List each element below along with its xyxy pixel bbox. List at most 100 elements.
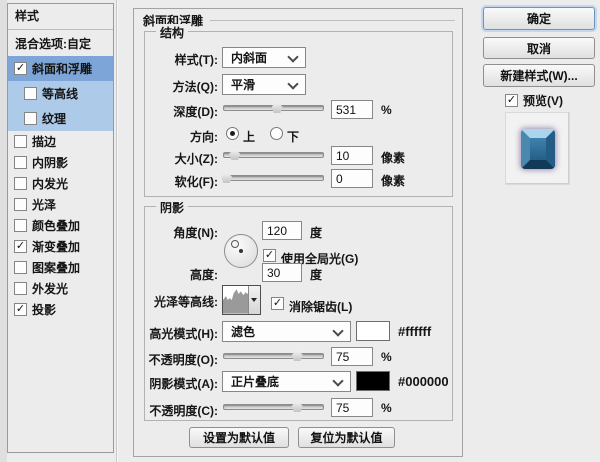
- highlight-color-hex: #ffffff: [398, 324, 431, 339]
- direction-down-radio[interactable]: [270, 127, 283, 140]
- shadow-opacity-label: 不透明度(C):: [134, 402, 218, 419]
- sidebar-item-outer-glow[interactable]: 外发光: [8, 278, 113, 299]
- sidebar-item-bevel-emboss[interactable]: ✓ 斜面和浮雕: [8, 56, 113, 81]
- depth-slider[interactable]: [223, 101, 324, 114]
- highlight-opacity-unit: %: [381, 350, 392, 364]
- sidebar-item-label: 投影: [32, 301, 56, 318]
- angle-dial[interactable]: [224, 234, 258, 268]
- outer-glow-checkbox[interactable]: [14, 282, 27, 295]
- depth-input[interactable]: [331, 100, 373, 119]
- chevron-down-icon: [287, 78, 298, 89]
- highlight-color-swatch[interactable]: [356, 321, 390, 341]
- texture-checkbox[interactable]: [24, 112, 37, 125]
- soften-unit: 像素: [381, 172, 405, 189]
- set-default-button[interactable]: 设置为默认值: [189, 427, 289, 448]
- technique-dropdown[interactable]: 平滑: [222, 74, 306, 95]
- size-label: 大小(Z):: [134, 150, 218, 167]
- dialog-left-margin: [0, 0, 7, 462]
- angle-dial-marker[interactable]: [231, 240, 239, 248]
- style-preview-panel: [505, 112, 570, 185]
- soften-slider[interactable]: [223, 171, 324, 184]
- highlight-opacity-slider[interactable]: [223, 349, 324, 362]
- sidebar-item-label: 颜色叠加: [32, 217, 80, 234]
- bevel-emboss-checkbox[interactable]: ✓: [14, 62, 27, 75]
- inner-shadow-checkbox[interactable]: [14, 156, 27, 169]
- chevron-down-icon: [332, 325, 343, 336]
- sidebar-item-gradient-overlay[interactable]: ✓ 渐变叠加: [8, 236, 113, 257]
- stroke-checkbox[interactable]: [14, 135, 27, 148]
- reset-default-button[interactable]: 复位为默认值: [298, 427, 395, 448]
- soften-slider-track[interactable]: [223, 175, 324, 181]
- ok-button[interactable]: 确定: [483, 7, 595, 30]
- pattern-overlay-checkbox[interactable]: [14, 261, 27, 274]
- soften-input[interactable]: [331, 169, 373, 188]
- new-style-button[interactable]: 新建样式(W)...: [483, 64, 595, 87]
- gloss-contour-picker[interactable]: [222, 285, 261, 315]
- sidebar-item-contour[interactable]: 等高线: [8, 81, 113, 106]
- style-dropdown[interactable]: 内斜面: [222, 47, 306, 68]
- shadow-color-swatch[interactable]: [356, 371, 390, 391]
- new-style-label: 新建样式(W)...: [500, 67, 577, 84]
- ok-label: 确定: [527, 10, 551, 27]
- sidebar-item-texture[interactable]: 纹理: [8, 106, 113, 131]
- drop-shadow-checkbox[interactable]: ✓: [14, 303, 27, 316]
- direction-up-radio[interactable]: [226, 127, 239, 140]
- sidebar-item-inner-glow[interactable]: 内发光: [8, 173, 113, 194]
- preview-checkbox[interactable]: ✓: [505, 94, 518, 107]
- chevron-down-icon: [287, 51, 298, 62]
- inner-glow-checkbox[interactable]: [14, 177, 27, 190]
- sidebar-item-label: 外发光: [32, 280, 68, 297]
- shading-legend: 阴影: [156, 199, 188, 216]
- contour-thumbnail: [223, 286, 248, 314]
- highlight-opacity-input[interactable]: [331, 347, 373, 366]
- contour-dropdown-arrow-icon[interactable]: [248, 286, 260, 314]
- chevron-down-icon: [332, 375, 343, 386]
- sidebar-item-label: 内阴影: [32, 154, 68, 171]
- styles-sidebar: 样式 混合选项:自定 ✓ 斜面和浮雕 等高线 纹理 描边 内阴影 内发光 光泽 …: [7, 3, 114, 453]
- panel-title: 斜面和浮雕: [143, 12, 455, 29]
- sidebar-item-label: 描边: [32, 133, 56, 150]
- depth-slider-thumb[interactable]: [272, 102, 283, 113]
- angle-unit: 度: [310, 224, 322, 241]
- shadow-opacity-thumb[interactable]: [292, 401, 303, 412]
- size-slider[interactable]: [223, 148, 324, 161]
- size-slider-thumb[interactable]: [229, 149, 240, 160]
- sidebar-item-color-overlay[interactable]: 颜色叠加: [8, 215, 113, 236]
- sidebar-item-drop-shadow[interactable]: ✓ 投影: [8, 299, 113, 320]
- highlight-opacity-label: 不透明度(O):: [134, 351, 218, 368]
- cancel-button[interactable]: 取消: [483, 37, 595, 59]
- highlight-opacity-track[interactable]: [223, 353, 324, 359]
- size-unit: 像素: [381, 149, 405, 166]
- shadow-mode-dropdown[interactable]: 正片叠底: [222, 371, 351, 392]
- sidebar-item-inner-shadow[interactable]: 内阴影: [8, 152, 113, 173]
- sidebar-item-label: 纹理: [42, 110, 66, 127]
- gradient-overlay-checkbox[interactable]: ✓: [14, 240, 27, 253]
- sidebar-item-label: 内发光: [32, 175, 68, 192]
- cancel-label: 取消: [527, 40, 551, 57]
- contour-checkbox[interactable]: [24, 87, 37, 100]
- soften-slider-thumb[interactable]: [221, 172, 232, 183]
- direction-down-label: 下: [287, 128, 299, 145]
- shadow-opacity-input[interactable]: [331, 398, 373, 417]
- global-light-checkbox[interactable]: ✓: [263, 249, 276, 262]
- angle-input[interactable]: [262, 221, 302, 240]
- anti-alias-checkbox[interactable]: ✓: [271, 297, 284, 310]
- set-default-label: 设置为默认值: [203, 429, 275, 446]
- size-input[interactable]: [331, 146, 373, 165]
- preview-toggle[interactable]: ✓ 预览(V): [505, 92, 563, 109]
- highlight-opacity-thumb[interactable]: [292, 350, 303, 361]
- sidebar-item-satin[interactable]: 光泽: [8, 194, 113, 215]
- sidebar-item-pattern-overlay[interactable]: 图案叠加: [8, 257, 113, 278]
- satin-checkbox[interactable]: [14, 198, 27, 211]
- sidebar-item-blending-options[interactable]: 混合选项:自定: [8, 30, 113, 56]
- shadow-opacity-track[interactable]: [223, 404, 324, 410]
- direction-label: 方向:: [134, 128, 218, 145]
- sidebar-item-stroke[interactable]: 描边: [8, 131, 113, 152]
- shadow-opacity-slider[interactable]: [223, 400, 324, 413]
- structure-legend: 结构: [156, 24, 188, 41]
- highlight-mode-dropdown[interactable]: 滤色: [222, 321, 351, 342]
- direction-up-label: 上: [243, 128, 255, 145]
- style-dropdown-value: 内斜面: [231, 49, 267, 66]
- color-overlay-checkbox[interactable]: [14, 219, 27, 232]
- altitude-input[interactable]: [262, 263, 302, 282]
